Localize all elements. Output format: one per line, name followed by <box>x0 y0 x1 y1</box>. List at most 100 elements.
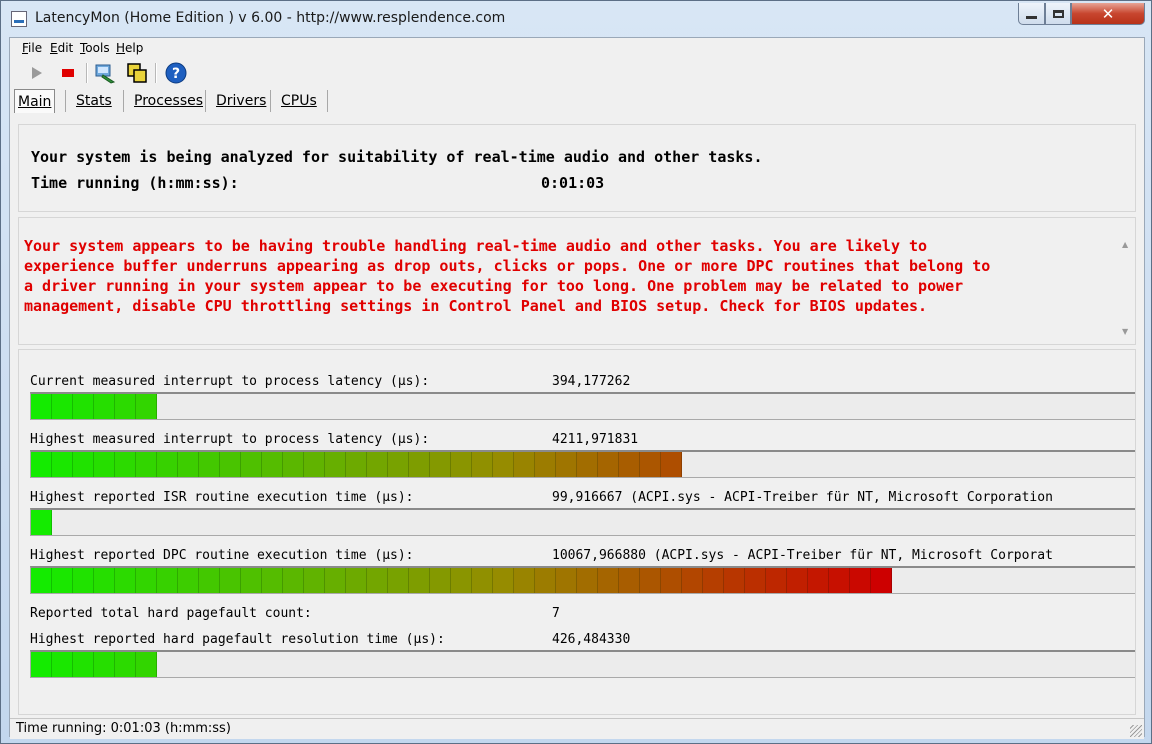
bar-segment <box>682 568 703 593</box>
bar-segment <box>178 568 199 593</box>
minimize-button[interactable] <box>1018 3 1045 25</box>
bar-segment <box>598 568 619 593</box>
bar-segment <box>136 652 157 677</box>
title-bar[interactable]: LatencyMon (Home Edition ) v 6.00 - http… <box>1 1 1151 37</box>
help-button[interactable]: ? <box>164 61 188 85</box>
bar-segment <box>325 452 346 477</box>
time-running-label: Time running (h:mm:ss): <box>31 174 239 192</box>
tab-drivers[interactable]: Drivers <box>216 89 266 113</box>
bar-segment <box>94 394 115 419</box>
stop-icon <box>62 69 74 77</box>
bar-segment <box>346 452 367 477</box>
bar-segment <box>493 452 514 477</box>
bar-segment <box>367 452 388 477</box>
cpus-button[interactable] <box>125 61 149 85</box>
latency-bar <box>30 650 1135 678</box>
bar-segment <box>220 568 241 593</box>
bar-segment <box>52 452 73 477</box>
bar-segment <box>157 452 178 477</box>
tab-main[interactable]: Main <box>14 89 56 113</box>
bar-segment <box>388 452 409 477</box>
bar-segment <box>94 652 115 677</box>
client-area: File Edit Tools Help ? Main Stats Proces… <box>9 37 1145 739</box>
warning-scrollbar[interactable]: ▲ ▼ <box>1118 218 1135 344</box>
bar-segment <box>493 568 514 593</box>
bar-segment <box>640 568 661 593</box>
menu-edit[interactable]: Edit <box>50 41 73 55</box>
bar-segment <box>871 568 892 593</box>
bar-segment <box>346 568 367 593</box>
analysis-headline: Your system is being analyzed for suitab… <box>31 148 763 166</box>
driver-button[interactable] <box>93 61 117 85</box>
bar-segment <box>556 452 577 477</box>
bar-segment <box>451 452 472 477</box>
bar-segment <box>535 568 556 593</box>
bar-segment <box>409 568 430 593</box>
bar-segment <box>745 568 766 593</box>
warning-text: Your system appears to be having trouble… <box>24 237 991 315</box>
bar-segment <box>430 452 451 477</box>
bar-segment <box>262 452 283 477</box>
bar-segment <box>31 394 52 419</box>
bar-segment <box>136 394 157 419</box>
latency-bar-fill <box>31 568 892 593</box>
bar-segment <box>115 652 136 677</box>
metrics-panel: Current measured interrupt to process la… <box>18 349 1136 715</box>
bar-segment <box>724 568 745 593</box>
tab-processes[interactable]: Processes <box>134 89 203 113</box>
play-icon <box>32 67 42 79</box>
bar-segment <box>514 568 535 593</box>
bar-segment <box>283 452 304 477</box>
latency-bar <box>30 508 1135 536</box>
bar-segment <box>115 568 136 593</box>
bar-segment <box>94 452 115 477</box>
menu-tools[interactable]: Tools <box>80 41 110 55</box>
metric-label: Current measured interrupt to process la… <box>30 374 430 389</box>
bar-segment <box>619 568 640 593</box>
scroll-up-icon[interactable]: ▲ <box>1122 240 1128 249</box>
bar-segment <box>577 452 598 477</box>
bar-segment <box>73 568 94 593</box>
bar-segment <box>661 568 682 593</box>
bar-segment <box>619 452 640 477</box>
bar-segment <box>850 568 871 593</box>
tab-stats[interactable]: Stats <box>76 89 112 113</box>
bar-segment <box>136 452 157 477</box>
latency-bar-fill <box>31 452 682 477</box>
help-icon: ? <box>165 62 187 84</box>
latency-bar-fill <box>31 510 52 535</box>
close-button[interactable]: ✕ <box>1071 3 1145 25</box>
metric-label: Highest reported DPC routine execution t… <box>30 548 414 563</box>
menu-file[interactable]: File <box>22 41 42 55</box>
bar-segment <box>787 568 808 593</box>
time-running-value: 0:01:03 <box>541 174 605 192</box>
bar-segment <box>409 452 430 477</box>
scroll-down-icon[interactable]: ▼ <box>1122 327 1128 336</box>
bar-segment <box>367 568 388 593</box>
bar-segment <box>430 568 451 593</box>
tab-strip: Main Stats Processes Drivers CPUs <box>10 89 1144 113</box>
stop-button[interactable] <box>56 61 80 85</box>
status-bar: Time running: 0:01:03 (h:mm:ss) <box>10 718 1144 739</box>
bar-segment <box>94 568 115 593</box>
bar-segment <box>472 568 493 593</box>
tab-cpus[interactable]: CPUs <box>281 89 317 113</box>
bar-segment <box>598 452 619 477</box>
start-button[interactable] <box>24 61 48 85</box>
bar-segment <box>73 452 94 477</box>
bar-segment <box>31 452 52 477</box>
metric-label: Highest reported ISR routine execution t… <box>30 490 414 505</box>
menu-help[interactable]: Help <box>116 41 143 55</box>
bar-segment <box>73 652 94 677</box>
bar-segment <box>115 452 136 477</box>
bar-segment <box>52 394 73 419</box>
resize-grip[interactable] <box>1130 725 1142 737</box>
bar-segment <box>31 568 52 593</box>
maximize-button[interactable] <box>1045 3 1071 25</box>
bar-segment <box>241 452 262 477</box>
svg-text:?: ? <box>172 66 180 82</box>
bar-segment <box>535 452 556 477</box>
bar-segment <box>556 568 577 593</box>
bar-segment <box>178 452 199 477</box>
analysis-panel: Your system is being analyzed for suitab… <box>18 124 1136 212</box>
